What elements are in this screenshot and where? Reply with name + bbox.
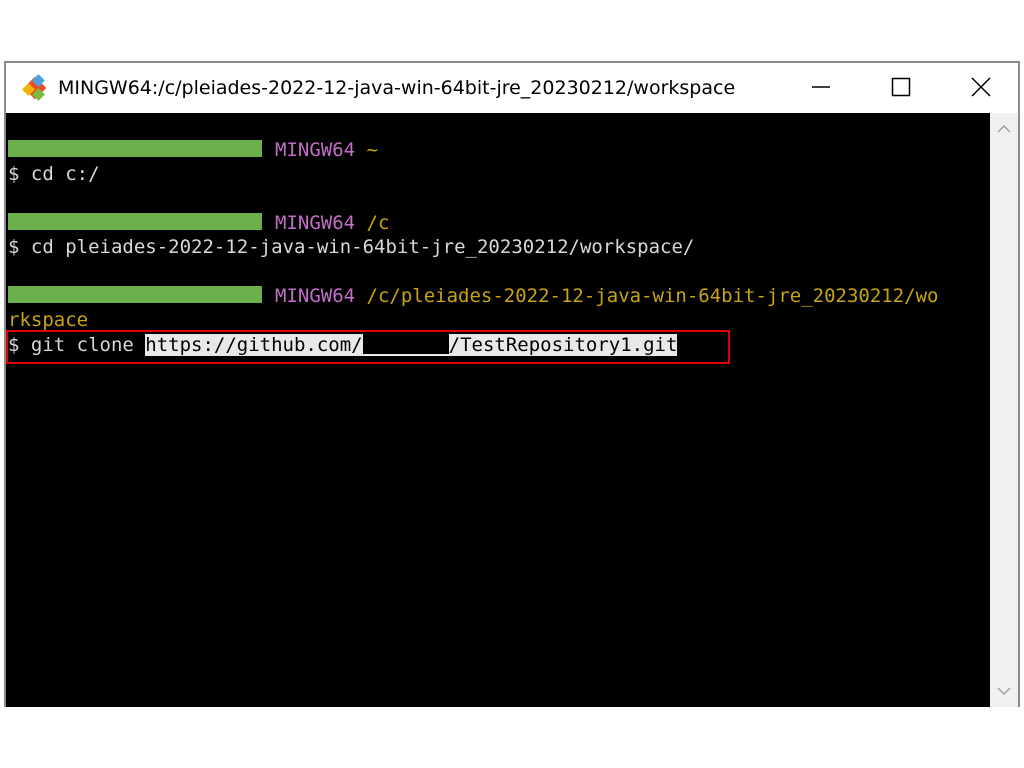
prompt-path: /c	[366, 212, 390, 234]
prompt-path-wrap: rkspace	[8, 309, 89, 331]
window-title: MINGW64:/c/pleiades-2022-12-java-win-64b…	[58, 77, 736, 99]
prompt-line-1: MINGW64 ~	[8, 138, 378, 162]
prompt-path: /c/pleiades-2022-12-java-win-64bit-jre_2…	[366, 285, 939, 307]
command-line-1: $ cd c:/	[8, 163, 100, 185]
chevron-down-icon	[997, 687, 1011, 696]
prompt-host: MINGW64	[275, 212, 356, 234]
prompt-host: MINGW64	[275, 285, 356, 307]
terminal-window: MINGW64:/c/pleiades-2022-12-java-win-64b…	[4, 61, 1020, 707]
scroll-up-button[interactable]	[990, 117, 1018, 141]
close-icon	[971, 77, 991, 97]
minimize-button[interactable]	[782, 65, 860, 109]
maximize-icon	[891, 77, 911, 97]
prompt-line-2: MINGW64 /c	[8, 211, 389, 235]
prompt-path: ~	[366, 139, 378, 161]
prompt-line-3: MINGW64 /c/pleiades-2022-12-java-win-64b…	[8, 284, 938, 308]
terminal-output[interactable]: MINGW64 ~ $ cd c:/ MINGW64 /c $ cd pleia…	[6, 113, 990, 707]
command-line-2: $ cd pleiades-2022-12-java-win-64bit-jre…	[8, 236, 695, 258]
git-bash-icon	[22, 74, 47, 101]
vertical-scrollbar[interactable]	[990, 113, 1018, 707]
redacted-user-host	[8, 286, 262, 303]
chevron-up-icon	[997, 124, 1011, 133]
redacted-user-host	[8, 213, 262, 230]
title-bar[interactable]: MINGW64:/c/pleiades-2022-12-java-win-64b…	[6, 63, 1018, 113]
maximize-button[interactable]	[862, 65, 940, 109]
prompt-host: MINGW64	[275, 139, 356, 161]
close-button[interactable]	[942, 65, 1020, 109]
minimize-icon	[812, 86, 830, 88]
highlight-box	[6, 330, 730, 364]
redacted-user-host	[8, 140, 262, 157]
scroll-down-button[interactable]	[990, 679, 1018, 703]
